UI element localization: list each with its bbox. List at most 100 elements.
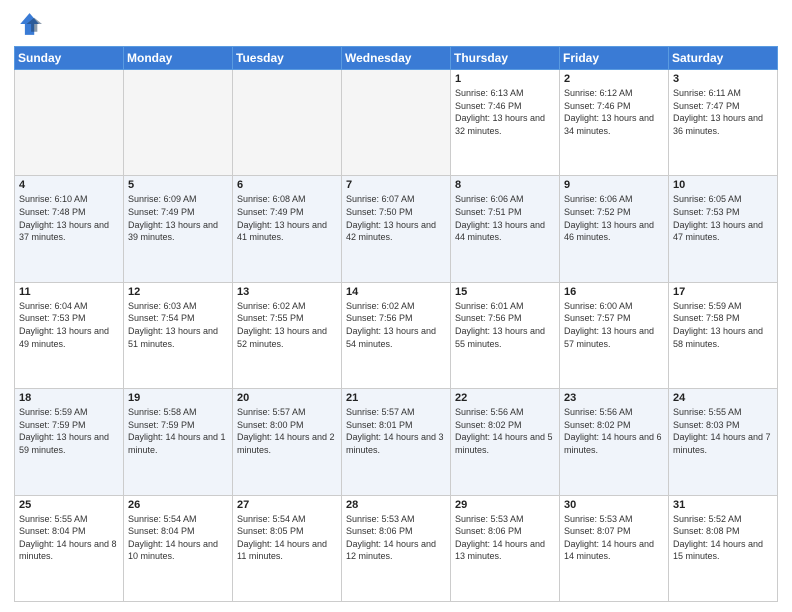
day-number: 1 bbox=[455, 73, 555, 85]
day-info: Sunrise: 6:03 AMSunset: 7:54 PMDaylight:… bbox=[128, 300, 228, 350]
day-number: 18 bbox=[19, 392, 119, 404]
day-number: 19 bbox=[128, 392, 228, 404]
page: SundayMondayTuesdayWednesdayThursdayFrid… bbox=[0, 0, 792, 612]
calendar-cell: 28 Sunrise: 5:53 AMSunset: 8:06 PMDayligh… bbox=[342, 495, 451, 601]
day-info: Sunrise: 6:13 AMSunset: 7:46 PMDaylight:… bbox=[455, 87, 555, 137]
calendar-cell: 12 Sunrise: 6:03 AMSunset: 7:54 PMDayligh… bbox=[124, 282, 233, 388]
day-number: 8 bbox=[455, 179, 555, 191]
calendar-cell: 15 Sunrise: 6:01 AMSunset: 7:56 PMDayligh… bbox=[451, 282, 560, 388]
calendar-cell: 7 Sunrise: 6:07 AMSunset: 7:50 PMDaylight… bbox=[342, 176, 451, 282]
header bbox=[14, 10, 778, 38]
calendar-cell: 8 Sunrise: 6:06 AMSunset: 7:51 PMDaylight… bbox=[451, 176, 560, 282]
day-of-week-header: Wednesday bbox=[342, 47, 451, 70]
calendar-cell: 10 Sunrise: 6:05 AMSunset: 7:53 PMDayligh… bbox=[669, 176, 778, 282]
day-info: Sunrise: 5:56 AMSunset: 8:02 PMDaylight:… bbox=[455, 406, 555, 456]
calendar-cell: 27 Sunrise: 5:54 AMSunset: 8:05 PMDayligh… bbox=[233, 495, 342, 601]
calendar-cell: 9Sunrise: 6:06 AMSunset: 7:52 PMDaylight… bbox=[560, 176, 669, 282]
day-info: Sunrise: 5:55 AMSunset: 8:03 PMDaylight:… bbox=[673, 406, 773, 456]
day-info: Sunrise: 5:54 AMSunset: 8:05 PMDaylight:… bbox=[237, 513, 337, 563]
calendar-cell: 11 Sunrise: 6:04 AMSunset: 7:53 PMDayligh… bbox=[15, 282, 124, 388]
day-number: 23 bbox=[564, 392, 664, 404]
day-info: Sunrise: 5:57 AMSunset: 8:01 PMDaylight:… bbox=[346, 406, 446, 456]
day-info: Sunrise: 5:58 AMSunset: 7:59 PMDaylight:… bbox=[128, 406, 228, 456]
day-info: Sunrise: 5:56 AMSunset: 8:02 PMDaylight:… bbox=[564, 406, 664, 456]
day-info: Sunrise: 6:04 AMSunset: 7:53 PMDaylight:… bbox=[19, 300, 119, 350]
day-info: Sunrise: 6:06 AMSunset: 7:52 PMDaylight:… bbox=[564, 193, 664, 243]
calendar-cell: 31Sunrise: 5:52 AMSunset: 8:08 PMDayligh… bbox=[669, 495, 778, 601]
calendar-cell: 4 Sunrise: 6:10 AMSunset: 7:48 PMDaylight… bbox=[15, 176, 124, 282]
day-number: 15 bbox=[455, 286, 555, 298]
calendar-table: SundayMondayTuesdayWednesdayThursdayFrid… bbox=[14, 46, 778, 602]
calendar-cell: 26 Sunrise: 5:54 AMSunset: 8:04 PMDayligh… bbox=[124, 495, 233, 601]
day-info: Sunrise: 6:05 AMSunset: 7:53 PMDaylight:… bbox=[673, 193, 773, 243]
day-number: 28 bbox=[346, 499, 446, 511]
day-number: 17 bbox=[673, 286, 773, 298]
day-number: 10 bbox=[673, 179, 773, 191]
day-number: 2 bbox=[564, 73, 664, 85]
calendar-cell: 5Sunrise: 6:09 AMSunset: 7:49 PMDaylight… bbox=[124, 176, 233, 282]
day-number: 5 bbox=[128, 179, 228, 191]
day-of-week-header: Tuesday bbox=[233, 47, 342, 70]
calendar-cell: 16 Sunrise: 6:00 AMSunset: 7:57 PMDayligh… bbox=[560, 282, 669, 388]
day-number: 4 bbox=[19, 179, 119, 191]
calendar-cell: 20 Sunrise: 5:57 AMSunset: 8:00 PMDayligh… bbox=[233, 389, 342, 495]
day-info: Sunrise: 5:59 AMSunset: 7:59 PMDaylight:… bbox=[19, 406, 119, 456]
calendar-cell: 30 Sunrise: 5:53 AMSunset: 8:07 PMDayligh… bbox=[560, 495, 669, 601]
calendar-cell bbox=[233, 70, 342, 176]
day-info: Sunrise: 5:54 AMSunset: 8:04 PMDaylight:… bbox=[128, 513, 228, 563]
day-number: 16 bbox=[564, 286, 664, 298]
calendar-cell: 22 Sunrise: 5:56 AMSunset: 8:02 PMDayligh… bbox=[451, 389, 560, 495]
day-number: 11 bbox=[19, 286, 119, 298]
day-of-week-header: Thursday bbox=[451, 47, 560, 70]
calendar-cell: 19 Sunrise: 5:58 AMSunset: 7:59 PMDayligh… bbox=[124, 389, 233, 495]
day-number: 20 bbox=[237, 392, 337, 404]
day-info: Sunrise: 5:53 AMSunset: 8:07 PMDaylight:… bbox=[564, 513, 664, 563]
day-info: Sunrise: 6:10 AMSunset: 7:48 PMDaylight:… bbox=[19, 193, 119, 243]
day-number: 22 bbox=[455, 392, 555, 404]
day-of-week-header: Friday bbox=[560, 47, 669, 70]
day-of-week-header: Sunday bbox=[15, 47, 124, 70]
day-number: 29 bbox=[455, 499, 555, 511]
day-number: 14 bbox=[346, 286, 446, 298]
day-info: Sunrise: 6:11 AMSunset: 7:47 PMDaylight:… bbox=[673, 87, 773, 137]
day-info: Sunrise: 5:55 AMSunset: 8:04 PMDaylight:… bbox=[19, 513, 119, 563]
day-number: 21 bbox=[346, 392, 446, 404]
day-info: Sunrise: 5:53 AMSunset: 8:06 PMDaylight:… bbox=[346, 513, 446, 563]
day-number: 7 bbox=[346, 179, 446, 191]
day-number: 12 bbox=[128, 286, 228, 298]
day-info: Sunrise: 5:53 AMSunset: 8:06 PMDaylight:… bbox=[455, 513, 555, 563]
day-number: 26 bbox=[128, 499, 228, 511]
calendar-cell: 2 Sunrise: 6:12 AMSunset: 7:46 PMDaylight… bbox=[560, 70, 669, 176]
day-of-week-header: Saturday bbox=[669, 47, 778, 70]
calendar-week-row: 1 Sunrise: 6:13 AMSunset: 7:46 PMDaylight… bbox=[15, 70, 778, 176]
calendar-week-row: 25 Sunrise: 5:55 AMSunset: 8:04 PMDayligh… bbox=[15, 495, 778, 601]
calendar-cell bbox=[342, 70, 451, 176]
day-number: 3 bbox=[673, 73, 773, 85]
day-info: Sunrise: 6:02 AMSunset: 7:56 PMDaylight:… bbox=[346, 300, 446, 350]
day-info: Sunrise: 5:59 AMSunset: 7:58 PMDaylight:… bbox=[673, 300, 773, 350]
calendar-cell: 3 Sunrise: 6:11 AMSunset: 7:47 PMDaylight… bbox=[669, 70, 778, 176]
day-number: 27 bbox=[237, 499, 337, 511]
day-number: 31 bbox=[673, 499, 773, 511]
day-of-week-header: Monday bbox=[124, 47, 233, 70]
calendar-cell: 18 Sunrise: 5:59 AMSunset: 7:59 PMDayligh… bbox=[15, 389, 124, 495]
calendar-week-row: 4 Sunrise: 6:10 AMSunset: 7:48 PMDaylight… bbox=[15, 176, 778, 282]
day-number: 24 bbox=[673, 392, 773, 404]
calendar-cell: 25 Sunrise: 5:55 AMSunset: 8:04 PMDayligh… bbox=[15, 495, 124, 601]
day-info: Sunrise: 6:02 AMSunset: 7:55 PMDaylight:… bbox=[237, 300, 337, 350]
calendar-cell: 29 Sunrise: 5:53 AMSunset: 8:06 PMDayligh… bbox=[451, 495, 560, 601]
day-info: Sunrise: 6:07 AMSunset: 7:50 PMDaylight:… bbox=[346, 193, 446, 243]
calendar-cell: 23 Sunrise: 5:56 AMSunset: 8:02 PMDayligh… bbox=[560, 389, 669, 495]
calendar-cell: 13Sunrise: 6:02 AMSunset: 7:55 PMDayligh… bbox=[233, 282, 342, 388]
day-number: 30 bbox=[564, 499, 664, 511]
day-number: 25 bbox=[19, 499, 119, 511]
day-info: Sunrise: 6:01 AMSunset: 7:56 PMDaylight:… bbox=[455, 300, 555, 350]
calendar-cell: 24 Sunrise: 5:55 AMSunset: 8:03 PMDayligh… bbox=[669, 389, 778, 495]
day-info: Sunrise: 5:57 AMSunset: 8:00 PMDaylight:… bbox=[237, 406, 337, 456]
day-number: 6 bbox=[237, 179, 337, 191]
day-info: Sunrise: 6:06 AMSunset: 7:51 PMDaylight:… bbox=[455, 193, 555, 243]
day-info: Sunrise: 6:00 AMSunset: 7:57 PMDaylight:… bbox=[564, 300, 664, 350]
calendar-cell: 6Sunrise: 6:08 AMSunset: 7:49 PMDaylight… bbox=[233, 176, 342, 282]
day-info: Sunrise: 6:12 AMSunset: 7:46 PMDaylight:… bbox=[564, 87, 664, 137]
calendar-cell bbox=[15, 70, 124, 176]
